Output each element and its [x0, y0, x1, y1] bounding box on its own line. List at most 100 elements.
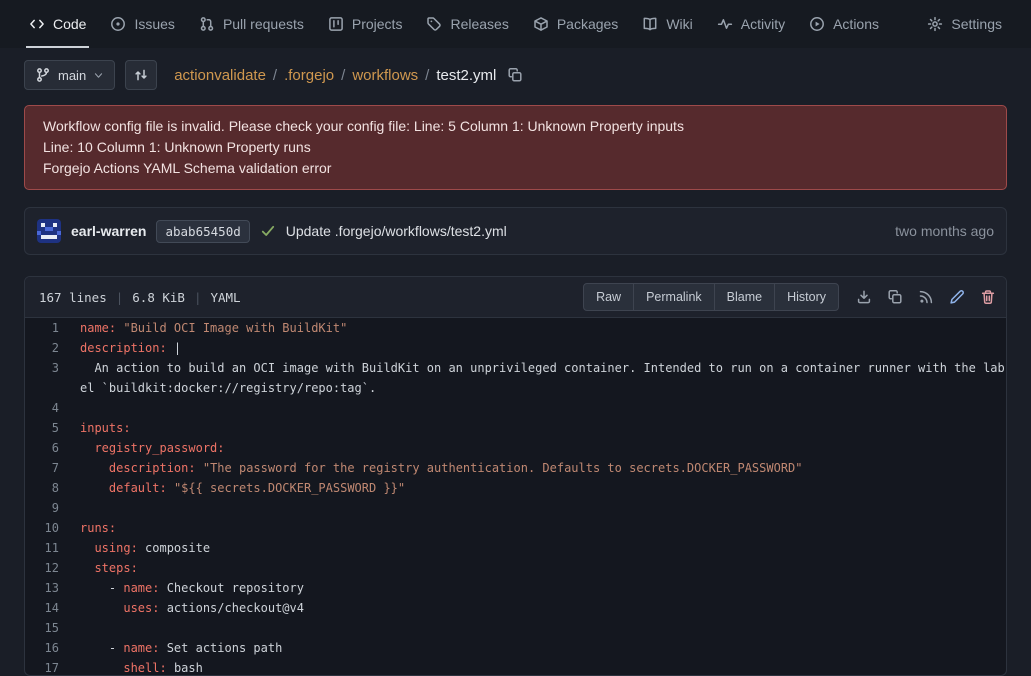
line-number[interactable]: 2 [25, 338, 59, 358]
nav-item-label: Projects [352, 16, 403, 32]
code-line: 4 [25, 398, 1006, 418]
breadcrumb-forgejo[interactable]: .forgejo [284, 67, 334, 84]
code-line: 1name: "Build OCI Image with BuildKit" [25, 318, 1006, 338]
line-number[interactable]: 5 [25, 418, 59, 438]
wiki-icon [642, 16, 658, 32]
code-line-content: runs: [59, 518, 1006, 538]
nav-left: Code Issues Pull requests Projects Releases P… [17, 0, 891, 48]
nav-item-activity[interactable]: Activity [705, 0, 797, 48]
code-line: 11 using: composite [25, 538, 1006, 558]
code-line-content: using: composite [59, 538, 1006, 558]
file-size: 6.8 KiB [132, 290, 185, 305]
code-line-content [59, 618, 1006, 638]
nav-item-actions[interactable]: Actions [797, 0, 891, 48]
nav-item-code[interactable]: Code [17, 0, 98, 48]
code-line: 8 default: "${{ secrets.DOCKER_PASSWORD … [25, 478, 1006, 498]
branch-bar: main actionvalidate/.forgejo/workflows/t… [24, 60, 1007, 90]
line-number[interactable]: 14 [25, 598, 59, 618]
rss-icon[interactable] [918, 289, 934, 305]
commit-message[interactable]: Update .forgejo/workflows/test2.yml [286, 223, 507, 239]
code-line: 12 steps: [25, 558, 1006, 578]
line-number[interactable]: 8 [25, 478, 59, 498]
line-number[interactable]: 13 [25, 578, 59, 598]
code-line-content: - name: Checkout repository [59, 578, 1006, 598]
code-icon [29, 16, 45, 32]
compare-button[interactable] [125, 60, 157, 90]
code-line-content: uses: actions/checkout@v4 [59, 598, 1006, 618]
code-line: 9 [25, 498, 1006, 518]
line-number[interactable]: 17 [25, 658, 59, 676]
raw-button[interactable]: Raw [583, 283, 634, 311]
nav-item-label: Releases [450, 16, 508, 32]
nav-item-packages[interactable]: Packages [521, 0, 630, 48]
error-line: Forgejo Actions YAML Schema validation e… [43, 158, 988, 179]
code-line-content: steps: [59, 558, 1006, 578]
nav-item-issues[interactable]: Issues [98, 0, 186, 48]
avatar[interactable] [37, 219, 61, 243]
file-view: 167 lines | 6.8 KiB | YAML RawPermalinkBlame… [24, 276, 1007, 676]
breadcrumb-workflows[interactable]: workflows [352, 67, 418, 84]
commit-time: two months ago [895, 223, 994, 239]
commit-author[interactable]: earl-warren [71, 223, 146, 239]
nav-item-label: Settings [951, 16, 1002, 32]
file-header: 167 lines | 6.8 KiB | YAML RawPermalinkBlame… [25, 277, 1006, 318]
settings-icon [927, 16, 943, 32]
breadcrumb-test2-yml: test2.yml [436, 67, 496, 84]
nav-item-projects[interactable]: Projects [316, 0, 415, 48]
line-number[interactable]: 16 [25, 638, 59, 658]
commit-sha-button[interactable]: abab65450d [156, 220, 249, 243]
line-number[interactable]: 3 [25, 358, 59, 398]
file-language: YAML [210, 290, 240, 305]
error-banner: Workflow config file is invalid. Please … [24, 105, 1007, 190]
code-line-content: - name: Set actions path [59, 638, 1006, 658]
nav-item-settings[interactable]: Settings [915, 0, 1014, 48]
code-line-content: name: "Build OCI Image with BuildKit" [59, 318, 1006, 338]
copy-path-icon[interactable] [507, 67, 523, 83]
file-lines-count: 167 lines [39, 290, 107, 305]
line-number[interactable]: 4 [25, 398, 59, 418]
packages-icon [533, 16, 549, 32]
file-meta: 167 lines | 6.8 KiB | YAML [39, 290, 241, 305]
breadcrumb-actionvalidate[interactable]: actionvalidate [174, 67, 266, 84]
code-line: 5inputs: [25, 418, 1006, 438]
nav-item-label: Packages [557, 16, 618, 32]
permalink-button[interactable]: Permalink [633, 283, 715, 311]
nav-item-label: Code [53, 16, 86, 32]
git-branch-icon [35, 67, 51, 83]
code-line-content [59, 498, 1006, 518]
line-number[interactable]: 11 [25, 538, 59, 558]
line-number[interactable]: 15 [25, 618, 59, 638]
check-icon [260, 223, 276, 239]
meta-divider: | [194, 290, 202, 305]
code-line: 14 uses: actions/checkout@v4 [25, 598, 1006, 618]
edit-icon[interactable] [949, 289, 965, 305]
git-compare-icon [133, 67, 149, 83]
line-number[interactable]: 12 [25, 558, 59, 578]
line-number[interactable]: 1 [25, 318, 59, 338]
code-line: 6 registry_password: [25, 438, 1006, 458]
breadcrumb-separator: / [341, 67, 345, 84]
line-number[interactable]: 7 [25, 458, 59, 478]
line-number[interactable]: 10 [25, 518, 59, 538]
branch-selector[interactable]: main [24, 60, 115, 90]
line-number[interactable]: 6 [25, 438, 59, 458]
download-icon[interactable] [856, 289, 872, 305]
meta-divider: | [116, 290, 124, 305]
code-line-content: shell: bash [59, 658, 1006, 676]
line-number[interactable]: 9 [25, 498, 59, 518]
blame-button[interactable]: Blame [714, 283, 775, 311]
history-button[interactable]: History [774, 283, 839, 311]
copy-icon[interactable] [887, 289, 903, 305]
code-line: 15 [25, 618, 1006, 638]
nav-item-wiki[interactable]: Wiki [630, 0, 704, 48]
code-line: 13 - name: Checkout repository [25, 578, 1006, 598]
nav-item-label: Pull requests [223, 16, 304, 32]
code-line-content: inputs: [59, 418, 1006, 438]
delete-icon[interactable] [980, 289, 996, 305]
issues-icon [110, 16, 126, 32]
code-line: 10runs: [25, 518, 1006, 538]
file-action-icons [856, 289, 996, 305]
nav-item-releases[interactable]: Releases [414, 0, 520, 48]
nav-item-pull-requests[interactable]: Pull requests [187, 0, 316, 48]
nav-right: Settings [915, 0, 1014, 48]
